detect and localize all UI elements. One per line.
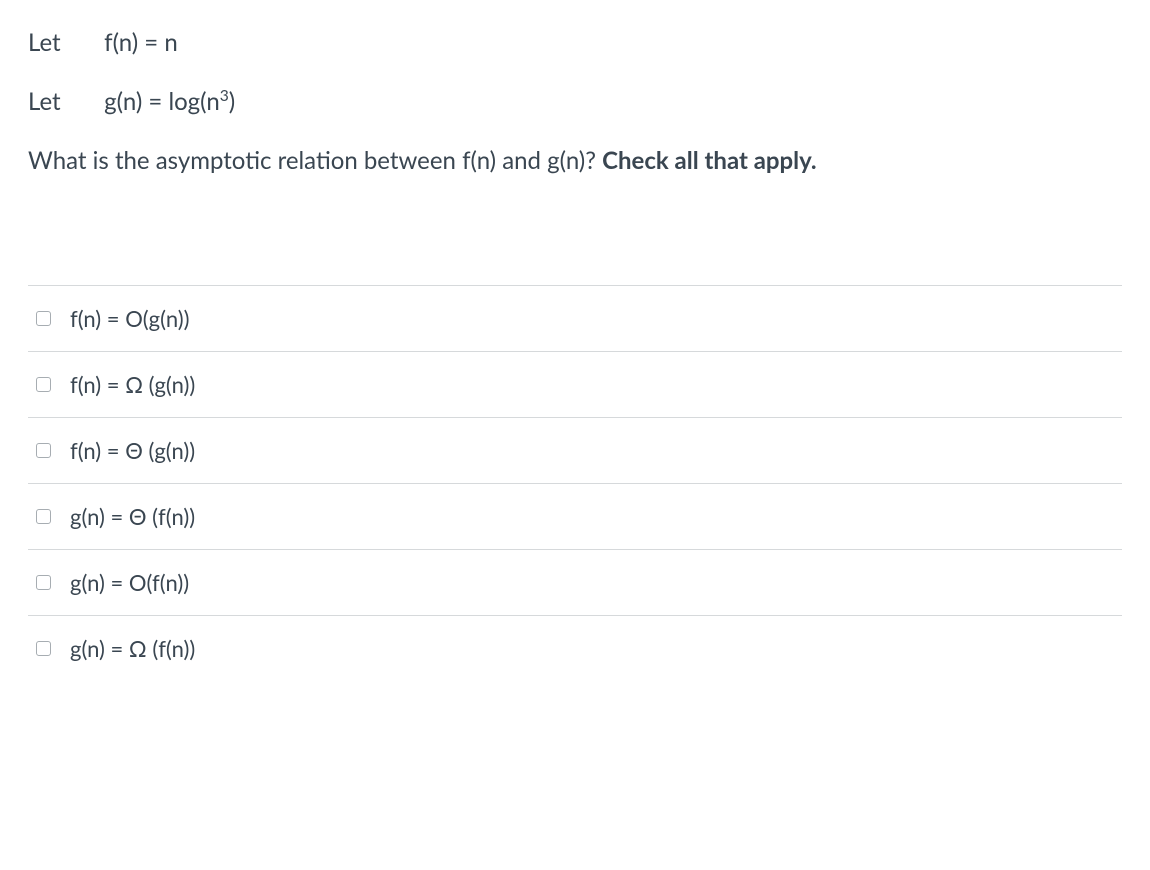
question-prompt: Let f(n) = n Let g(n) = log(n3) What is …	[0, 0, 1150, 175]
option-label: g(n) = Θ (f(n))	[70, 503, 195, 530]
checkbox[interactable]	[36, 443, 51, 458]
question-text: What is the asymptotic relation between …	[28, 146, 602, 175]
option-row[interactable]: g(n) = Θ (f(n))	[28, 483, 1122, 549]
checkbox[interactable]	[36, 377, 51, 392]
option-row[interactable]: g(n) = Ω (f(n))	[28, 615, 1122, 681]
option-label: f(n) = O(g(n))	[70, 305, 189, 332]
prompt-line-2: Let g(n) = log(n3)	[28, 87, 1122, 116]
option-row[interactable]: f(n) = O(g(n))	[28, 285, 1122, 351]
option-label: g(n) = Ω (f(n))	[70, 635, 195, 662]
checkbox[interactable]	[36, 509, 51, 524]
fn-definition: f(n) = n	[104, 28, 178, 57]
option-label: f(n) = Ω (g(n))	[70, 371, 195, 398]
option-row[interactable]: g(n) = O(f(n))	[28, 549, 1122, 615]
option-label: f(n) = Θ (g(n))	[70, 437, 195, 464]
prompt-line-1: Let f(n) = n	[28, 28, 1122, 57]
question-instruction: Check all that apply.	[602, 146, 817, 175]
options-list: f(n) = O(g(n)) f(n) = Ω (g(n)) f(n) = Θ …	[0, 285, 1150, 681]
gn-definition: g(n) = log(n3)	[104, 87, 235, 116]
prompt-question: What is the asymptotic relation between …	[28, 146, 1122, 175]
option-row[interactable]: f(n) = Ω (g(n))	[28, 351, 1122, 417]
let-keyword: Let	[28, 87, 98, 116]
let-keyword: Let	[28, 28, 98, 57]
checkbox[interactable]	[36, 641, 51, 656]
option-row[interactable]: f(n) = Θ (g(n))	[28, 417, 1122, 483]
checkbox[interactable]	[36, 575, 51, 590]
checkbox[interactable]	[36, 311, 51, 326]
option-label: g(n) = O(f(n))	[70, 569, 189, 596]
